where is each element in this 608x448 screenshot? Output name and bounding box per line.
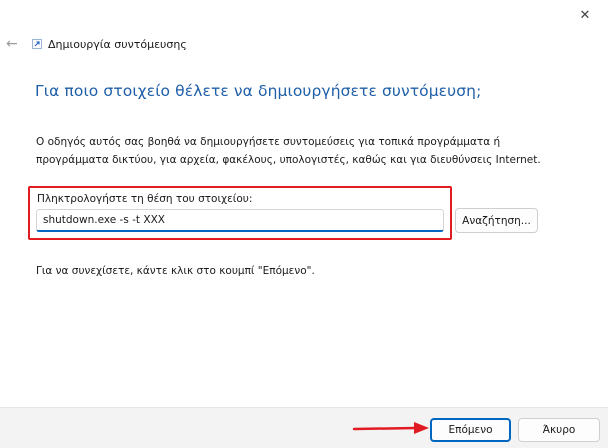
continue-instruction: Για να συνεχίσετε, κάντε κλικ στο κουμπί… [36, 265, 315, 277]
shortcut-icon [32, 39, 42, 49]
close-icon: ✕ [579, 7, 591, 23]
description-text: Ο οδηγός αυτός σας βοηθά να δημιουργήσετ… [36, 136, 541, 166]
wizard-header: ← Δημιουργία συντόμευσης [6, 34, 187, 54]
wizard-title: Δημιουργία συντόμευσης [48, 37, 187, 51]
red-arrow-annotation-icon [352, 422, 429, 434]
location-input[interactable] [36, 209, 444, 232]
wizard-footer [0, 407, 608, 448]
back-arrow-icon[interactable]: ← [6, 37, 22, 51]
location-label: Πληκτρολογήστε τη θέση του στοιχείου: [37, 193, 253, 205]
close-button[interactable]: ✕ [562, 0, 608, 30]
page-title: Για ποιο στοιχείο θέλετε να δημιουργήσετ… [35, 82, 482, 100]
next-button[interactable]: Επόμενο [430, 418, 511, 442]
cancel-button[interactable]: Άκυρο [518, 418, 600, 442]
browse-button[interactable]: Αναζήτηση... [455, 208, 538, 233]
location-field-group: Πληκτρολογήστε τη θέση του στοιχείου: [28, 186, 452, 240]
